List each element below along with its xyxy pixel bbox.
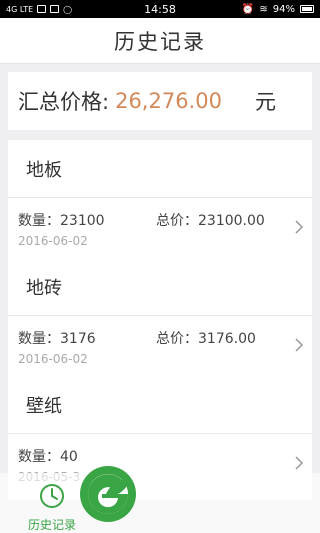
category-header: 地砖 (8, 258, 312, 316)
status-left: 4G LTE ◯ (6, 5, 72, 14)
item-total: 总价：23100.00 (156, 213, 265, 229)
item-quantity: 数量：40 (18, 449, 78, 465)
summary-unit: 元 (255, 90, 276, 114)
status-right: ⏰ ≋ 94% (242, 4, 314, 15)
summary-value: 26,276.00 (115, 89, 222, 113)
nav-bar: 历史记录 (0, 18, 320, 64)
leaf-logo-icon[interactable] (78, 464, 138, 524)
item-date: 2016-06-02 (18, 234, 88, 248)
tab-history-label: 历史记录 (27, 518, 76, 532)
item-total: 总价：3176.00 (156, 331, 256, 347)
item-quantity: 数量：23100 (18, 213, 105, 229)
status-time: 14:58 (144, 2, 176, 16)
chevron-right-icon (295, 220, 304, 234)
chevron-right-icon (295, 338, 304, 352)
status-bar: 4G LTE ◯ 14:58 ⏰ ≋ 94% (0, 0, 320, 18)
battery-icon (300, 5, 314, 13)
item-quantity: 数量：3176 (18, 331, 96, 347)
item-date: 2016-06-02 (18, 352, 88, 366)
category-header: 壁纸 (8, 376, 312, 434)
category-header: 地板 (8, 140, 312, 198)
tab-history[interactable]: 历史记录 (24, 482, 80, 533)
battery-percent: 94% (272, 3, 295, 15)
shield-icon: ◯ (63, 4, 73, 14)
list-item[interactable]: 数量：3176 总价：3176.00 2016-06-02 (8, 316, 312, 376)
alarm-icon: ⏰ (241, 3, 255, 15)
chevron-right-icon (295, 456, 304, 470)
notification-icon (37, 5, 47, 13)
clock-icon (40, 484, 64, 508)
summary-label: 汇总价格: (18, 90, 110, 114)
summary-card: 汇总价格: 26,276.00 元 (8, 72, 312, 130)
page-title: 历史记录 (114, 29, 206, 54)
list-item[interactable]: 数量：23100 总价：23100.00 2016-06-02 (8, 198, 312, 258)
notification-icon-2 (50, 5, 60, 13)
wifi-icon: ≋ (259, 3, 268, 15)
history-list: 地板 数量：23100 总价：23100.00 2016-06-02 地砖 数量… (8, 140, 312, 500)
network-indicator: 4G LTE (6, 4, 34, 14)
